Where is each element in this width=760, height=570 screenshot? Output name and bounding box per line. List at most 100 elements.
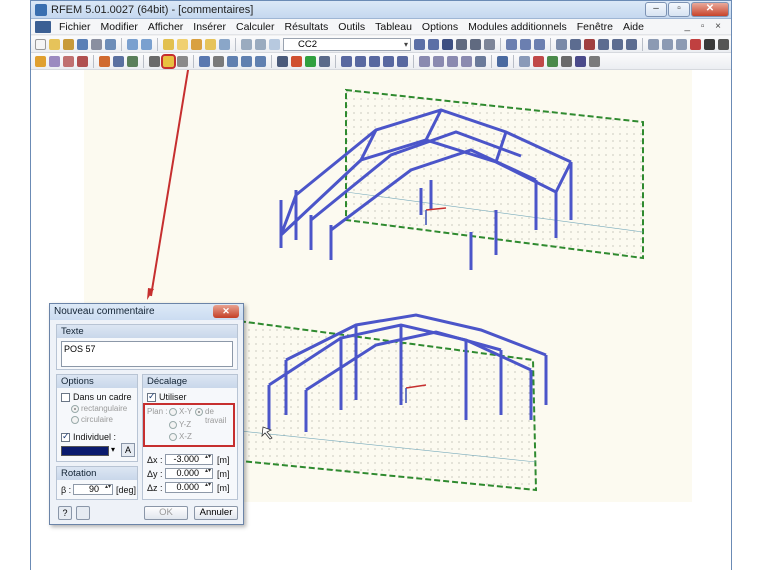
previous-loadcase-icon[interactable] <box>414 38 425 50</box>
delete-icon[interactable] <box>690 38 701 50</box>
filter-icon[interactable] <box>520 38 531 50</box>
defaults-icon[interactable] <box>76 506 90 520</box>
menu-tableau[interactable]: Tableau <box>370 21 417 33</box>
menu-resultats[interactable]: Résultats <box>280 21 334 33</box>
help-icon[interactable]: ? <box>58 506 72 520</box>
plane-xy-radio[interactable] <box>169 408 177 416</box>
color-dropdown-icon[interactable]: ▾ <box>111 445 115 454</box>
use-offset-checkbox[interactable] <box>147 391 156 402</box>
select-icon[interactable] <box>199 55 210 67</box>
menu-options[interactable]: Options <box>417 21 463 33</box>
new-comment-icon[interactable] <box>161 53 176 69</box>
zoom-window-icon[interactable] <box>355 55 366 67</box>
results-icon[interactable] <box>219 38 230 50</box>
transparent-icon[interactable] <box>547 55 558 67</box>
model-check-icon[interactable] <box>277 55 288 67</box>
section-tool-icon[interactable] <box>113 55 124 67</box>
guide-line-icon[interactable] <box>177 55 188 67</box>
internal-forces-icon[interactable] <box>470 38 481 50</box>
member-tool-icon[interactable] <box>63 55 74 67</box>
plane-xz-radio[interactable] <box>169 433 177 441</box>
circular-radio[interactable] <box>71 416 79 424</box>
undo-icon[interactable] <box>127 38 138 50</box>
folder-icon[interactable] <box>63 38 74 50</box>
animation-icon[interactable] <box>534 38 545 50</box>
menu-fichier[interactable]: Fichier <box>54 21 96 33</box>
support-reactions-icon[interactable] <box>484 38 495 50</box>
plane-working-radio[interactable] <box>195 408 203 416</box>
view-iso-icon[interactable] <box>461 55 472 67</box>
perspective-icon[interactable] <box>475 55 486 67</box>
layers-icon[interactable] <box>589 55 600 67</box>
loadcase-icon[interactable] <box>269 38 280 50</box>
mirror-icon[interactable] <box>255 55 266 67</box>
close-window-button[interactable]: ✕ <box>691 2 729 17</box>
tables-icon[interactable] <box>255 38 266 50</box>
redo-icon[interactable] <box>141 38 152 50</box>
edit-icon[interactable] <box>163 38 174 50</box>
menu-modifier[interactable]: Modifier <box>96 21 143 33</box>
coordinates-icon[interactable] <box>575 55 586 67</box>
bulb-icon[interactable] <box>177 38 188 50</box>
rectangular-radio[interactable] <box>71 405 79 413</box>
warning-icon[interactable] <box>676 38 687 50</box>
document-menu-icon[interactable] <box>35 20 51 33</box>
open-folder-icon[interactable] <box>49 38 60 50</box>
visibility-icon[interactable] <box>213 55 224 67</box>
save-icon[interactable] <box>77 38 88 50</box>
dx-input[interactable]: -3.000 <box>165 454 213 465</box>
color-swatch[interactable] <box>61 446 109 456</box>
settings-icon[interactable] <box>704 38 715 50</box>
calculate-icon[interactable] <box>205 38 216 50</box>
rotate-icon[interactable] <box>227 55 238 67</box>
font-settings-icon[interactable]: A <box>121 443 135 457</box>
generate-icon[interactable] <box>305 55 316 67</box>
cut-icon[interactable] <box>648 38 659 50</box>
maximize-button[interactable]: ▫ <box>668 2 690 17</box>
table-icon[interactable] <box>191 38 202 50</box>
menu-outils[interactable]: Outils <box>333 21 370 33</box>
menu-modules-additionnels[interactable]: Modules additionnels <box>463 21 572 33</box>
show-results-icon[interactable] <box>442 38 453 50</box>
copy-icon[interactable] <box>241 55 252 67</box>
print-graphic-icon[interactable] <box>105 38 116 50</box>
next-loadcase-icon[interactable] <box>428 38 439 50</box>
line-tool-icon[interactable] <box>49 55 60 67</box>
menu-inserer[interactable]: Insérer <box>188 21 231 33</box>
values-icon[interactable] <box>506 38 517 50</box>
comment-text-field[interactable]: POS 57 <box>61 341 233 367</box>
loadcase-select[interactable]: CC2 <box>283 37 411 51</box>
zoom-icon[interactable] <box>341 55 352 67</box>
wireframe-icon[interactable] <box>519 55 530 67</box>
new-file-icon[interactable] <box>35 38 46 50</box>
dy-input[interactable]: 0.000 <box>165 468 213 479</box>
dz-input[interactable]: 0.000 <box>165 482 213 493</box>
load-tool-icon[interactable] <box>99 55 110 67</box>
render-icon[interactable] <box>570 38 581 50</box>
menu-aide[interactable]: Aide <box>618 21 649 33</box>
individual-checkbox[interactable] <box>61 431 70 442</box>
view-x-icon[interactable] <box>419 55 430 67</box>
dialog-close-button[interactable]: ✕ <box>213 305 239 318</box>
dimension-tool-icon[interactable] <box>149 55 160 67</box>
grid-icon[interactable] <box>612 38 623 50</box>
pointer-icon[interactable] <box>35 55 46 67</box>
print-icon[interactable] <box>91 38 102 50</box>
view-y-icon[interactable] <box>433 55 444 67</box>
deformation-icon[interactable] <box>456 38 467 50</box>
color-scale-icon[interactable] <box>584 38 595 50</box>
view-z-icon[interactable] <box>447 55 458 67</box>
menu-calculer[interactable]: Calculer <box>231 21 280 33</box>
plane-yz-radio[interactable] <box>169 421 177 429</box>
ok-button[interactable]: OK <box>144 506 188 520</box>
beta-input[interactable]: 90 <box>73 484 113 495</box>
support-tool-icon[interactable] <box>77 55 88 67</box>
cancel-button[interactable]: Annuler <box>194 506 238 520</box>
navigator-icon[interactable] <box>241 38 252 50</box>
load-wizard-icon[interactable] <box>291 55 302 67</box>
frame-checkbox[interactable] <box>61 393 70 402</box>
pan-icon[interactable] <box>383 55 394 67</box>
mesh-icon[interactable] <box>319 55 330 67</box>
section-icon[interactable] <box>598 38 609 50</box>
display-icon[interactable] <box>497 55 508 67</box>
